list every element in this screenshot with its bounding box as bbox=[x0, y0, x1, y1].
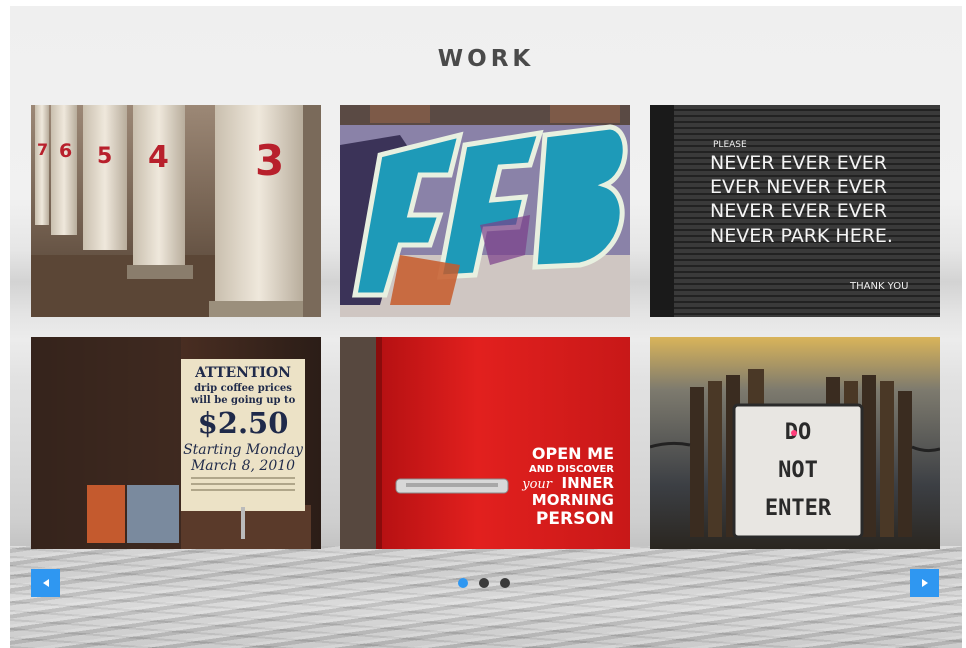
section-title: WORK bbox=[437, 46, 535, 72]
sign-text: March 8, 2010 bbox=[190, 458, 295, 474]
sign-text: $2.50 bbox=[198, 406, 289, 440]
gallery-tile-red-fridge[interactable]: OPEN ME AND DISCOVER your INNER MORNING … bbox=[340, 337, 630, 549]
carousel-prev-button[interactable] bbox=[31, 569, 60, 597]
sign-text: will be going up to bbox=[190, 395, 296, 406]
carousel-next-button[interactable] bbox=[910, 569, 939, 597]
fridge-text: MORNING bbox=[532, 491, 614, 509]
sign-text: NOT bbox=[778, 458, 818, 483]
arrow-left-icon bbox=[42, 579, 49, 587]
pagination-dot-3[interactable] bbox=[500, 578, 510, 588]
carousel-pagination bbox=[458, 578, 510, 588]
pillar-number: 5 bbox=[97, 144, 112, 169]
fridge-text: PERSON bbox=[536, 509, 614, 529]
sign-text: EVER NEVER EVER bbox=[710, 176, 887, 198]
graffiti-image bbox=[340, 105, 630, 317]
gallery-tile-coffee-sign[interactable]: ATTENTION drip coffee prices will be goi… bbox=[31, 337, 321, 549]
sign-text: NEVER EVER EVER bbox=[710, 200, 887, 222]
pagination-dot-2[interactable] bbox=[479, 578, 489, 588]
sign-text: Starting Monday bbox=[183, 442, 304, 458]
sign-text: NEVER PARK HERE. bbox=[710, 225, 893, 247]
pillars-image: 7 6 5 4 3 bbox=[31, 105, 321, 317]
sign-text: ATTENTION bbox=[194, 365, 291, 381]
pillar-number: 3 bbox=[255, 136, 284, 185]
pagination-dot-1[interactable] bbox=[458, 578, 468, 588]
gallery-tile-do-not-enter[interactable]: DO NOT ENTER bbox=[650, 337, 940, 549]
gallery-tile-pillars[interactable]: 7 6 5 4 3 bbox=[31, 105, 321, 317]
gallery-tile-graffiti[interactable] bbox=[340, 105, 630, 317]
no-parking-image: PLEASE NEVER EVER EVER EVER NEVER EVER N… bbox=[650, 105, 940, 317]
coffee-sign-image: ATTENTION drip coffee prices will be goi… bbox=[31, 337, 321, 549]
fridge-text: OPEN ME bbox=[532, 444, 614, 463]
sign-text: PLEASE bbox=[713, 140, 747, 150]
pillar-number: 6 bbox=[59, 140, 72, 162]
sign-text: DO bbox=[785, 420, 812, 445]
sign-text: ENTER bbox=[765, 496, 832, 521]
fridge-text: INNER bbox=[562, 474, 615, 492]
fridge-text: your bbox=[521, 477, 553, 492]
do-not-enter-image: DO NOT ENTER bbox=[650, 337, 940, 549]
work-section: WORK 7 6 5 4 3 PLEASE NEVER EVER EVER EV… bbox=[10, 6, 962, 648]
sign-text: THANK YOU bbox=[849, 281, 908, 292]
pillar-number: 4 bbox=[148, 140, 169, 175]
sign-text: NEVER EVER EVER bbox=[710, 152, 887, 174]
red-fridge-image: OPEN ME AND DISCOVER your INNER MORNING … bbox=[340, 337, 630, 549]
sign-text: drip coffee prices bbox=[194, 383, 292, 394]
pillar-number: 7 bbox=[37, 140, 48, 159]
gallery-tile-no-parking[interactable]: PLEASE NEVER EVER EVER EVER NEVER EVER N… bbox=[650, 105, 940, 317]
arrow-right-icon bbox=[921, 579, 928, 587]
